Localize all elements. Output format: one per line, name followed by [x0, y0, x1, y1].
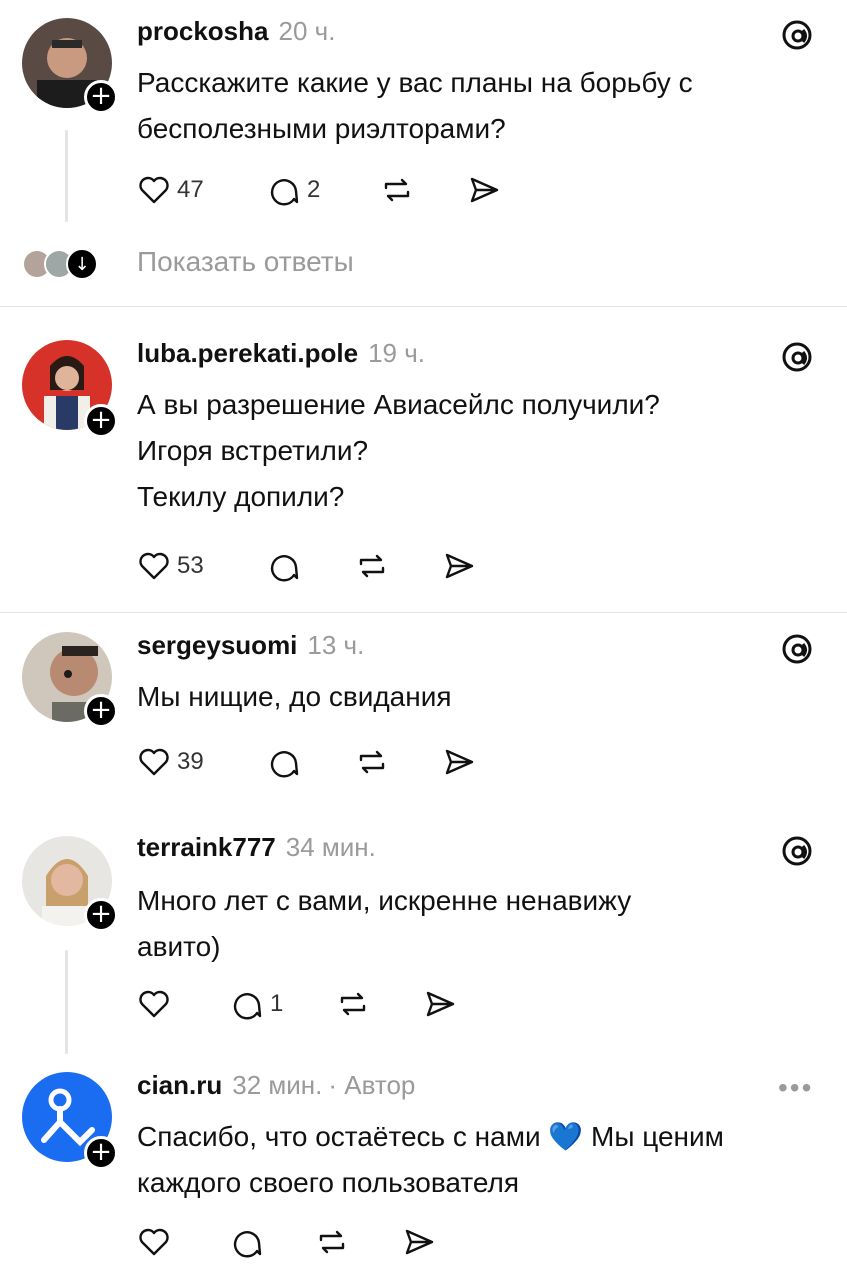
post-text-line: А вы разрешение Авиасейлс получили?	[137, 389, 660, 420]
post-text-fragment: Мы ценим	[591, 1121, 724, 1152]
divider	[0, 306, 847, 307]
divider	[0, 612, 847, 613]
post-text-line: Игоря встретили?	[137, 435, 369, 466]
username[interactable]: terraink777	[137, 832, 276, 863]
repost-icon	[384, 178, 410, 202]
show-replies-link[interactable]: Показать ответы	[137, 246, 354, 278]
share-button[interactable]	[442, 742, 476, 782]
username[interactable]: cian.ru	[137, 1070, 222, 1101]
post-text: Расскажите какие у вас планы на борьбу с…	[137, 60, 827, 152]
like-button[interactable]: 47	[137, 170, 204, 210]
timestamp: 34 мин.	[285, 832, 376, 862]
share-button[interactable]	[423, 984, 457, 1024]
timestamp: 32 мин.	[232, 1070, 323, 1100]
like-button[interactable]	[137, 984, 171, 1024]
repost-button[interactable]	[355, 546, 389, 586]
comment-icon	[270, 555, 299, 582]
timestamp: 20 ч.	[278, 16, 336, 46]
more-icon[interactable]: •••	[778, 1072, 813, 1104]
post-header: terraink777 34 мин.	[137, 832, 376, 868]
follow-plus-icon[interactable]: +	[84, 898, 118, 932]
post-text-line: Текилу допили?	[137, 481, 345, 512]
post-header: prockosha 20 ч.	[137, 16, 335, 52]
blue-heart-emoji: 💙	[548, 1120, 584, 1153]
repost-button[interactable]	[380, 170, 414, 210]
comment-button[interactable]	[267, 546, 307, 586]
post-header: luba.perekati.pole 19 ч.	[137, 338, 425, 374]
replies-avatars[interactable]: ↓	[22, 244, 98, 284]
threads-icon[interactable]	[778, 630, 816, 668]
like-count: 39	[177, 748, 204, 775]
post-text-line: каждого своего пользователя	[137, 1167, 519, 1198]
comment-button[interactable]: 1	[230, 984, 283, 1024]
post-text: Много лет с вами, искренне ненавижу авит…	[137, 878, 827, 970]
follow-plus-icon[interactable]: +	[84, 694, 118, 728]
post-text-line: бесполезными риэлторами?	[137, 113, 506, 144]
username[interactable]: luba.perekati.pole	[137, 338, 358, 369]
share-icon	[445, 749, 474, 775]
repost-button[interactable]	[315, 1222, 349, 1262]
repost-icon	[340, 992, 366, 1016]
threads-icon[interactable]	[778, 338, 816, 376]
post-text-line: Много лет с вами, искренне ненавижу	[137, 885, 632, 916]
post-text-line: Расскажите какие у вас планы на борьбу с	[137, 67, 693, 98]
post-text-fragment: Спасибо, что остаётесь с нами	[137, 1121, 541, 1152]
share-icon	[445, 553, 474, 579]
repost-icon	[359, 554, 385, 578]
share-button[interactable]	[442, 546, 476, 586]
like-count: 53	[177, 552, 204, 579]
heart-icon	[139, 990, 169, 1018]
comment-icon	[270, 751, 299, 778]
post-text: А вы разрешение Авиасейлс получили? Игор…	[137, 382, 827, 520]
comment-icon	[270, 179, 299, 206]
comment-icon	[233, 1231, 262, 1258]
share-icon	[470, 177, 499, 203]
comment-button[interactable]	[230, 1222, 264, 1262]
timestamp: 19 ч.	[368, 338, 425, 368]
repost-icon	[359, 750, 385, 774]
share-icon	[405, 1229, 434, 1255]
repost-icon	[319, 1230, 345, 1254]
threads-icon[interactable]	[778, 16, 816, 54]
comment-count: 1	[270, 990, 284, 1017]
follow-plus-icon[interactable]: +	[84, 404, 118, 438]
thread-line	[65, 950, 68, 1054]
timestamp: 13 ч.	[307, 630, 365, 660]
share-icon	[426, 991, 455, 1017]
heart-icon	[139, 176, 169, 204]
heart-icon	[139, 1228, 169, 1256]
like-button[interactable]	[137, 1222, 171, 1262]
post-text-line: авито)	[137, 931, 221, 962]
comment-count: 2	[307, 176, 321, 203]
author-label: · Автор	[328, 1070, 416, 1100]
follow-plus-icon[interactable]: +	[84, 1136, 118, 1170]
follow-plus-icon[interactable]: +	[84, 80, 118, 114]
repost-button[interactable]	[336, 984, 370, 1024]
comment-button[interactable]	[267, 742, 301, 782]
username[interactable]: sergeysuomi	[137, 630, 297, 661]
post-text-line: Мы нищие, до свидания	[137, 681, 452, 712]
share-button[interactable]	[467, 170, 501, 210]
like-button[interactable]: 39	[137, 742, 204, 782]
comment-icon	[233, 993, 262, 1020]
like-count: 47	[177, 176, 204, 203]
arrow-down-icon: ↓	[66, 248, 98, 280]
post-header: sergeysuomi 13 ч.	[137, 630, 364, 666]
post-header: cian.ru 32 мин. · Автор	[137, 1070, 415, 1106]
username[interactable]: prockosha	[137, 16, 269, 47]
share-button[interactable]	[402, 1222, 436, 1262]
threads-icon[interactable]	[778, 832, 816, 870]
comment-button[interactable]: 2	[267, 170, 320, 210]
post-text-line: Спасибо, что остаётесь с нами 💙 Мы ценим	[137, 1114, 827, 1160]
repost-button[interactable]	[355, 742, 389, 782]
like-button[interactable]: 53	[137, 546, 204, 586]
heart-icon	[139, 748, 169, 776]
heart-icon	[139, 552, 169, 580]
post-text: Мы нищие, до свидания	[137, 674, 827, 720]
post-text: Спасибо, что остаётесь с нами 💙 Мы ценим…	[137, 1114, 827, 1206]
thread-line	[65, 130, 68, 222]
